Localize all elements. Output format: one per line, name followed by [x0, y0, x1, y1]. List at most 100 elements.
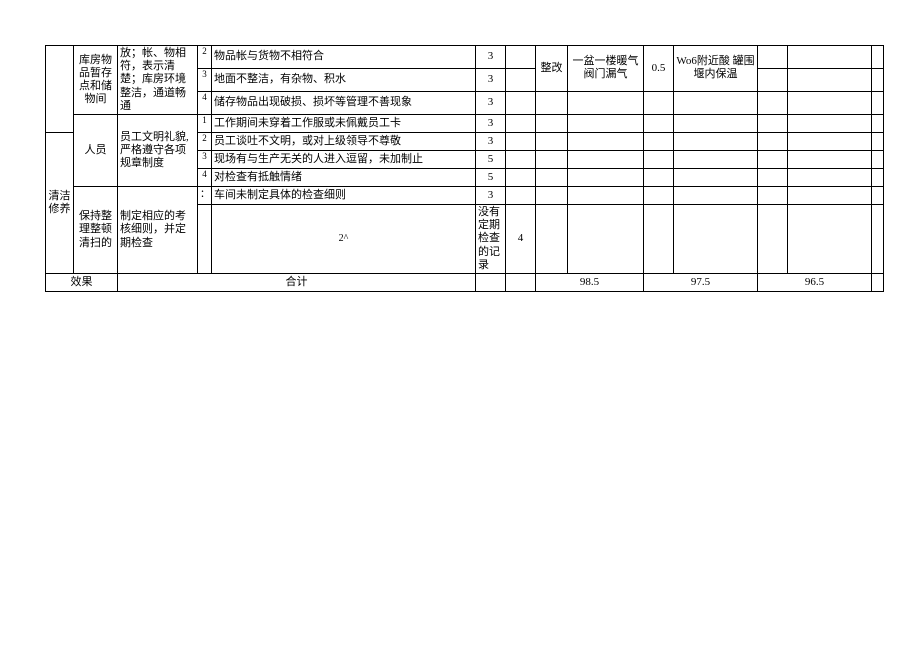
empty: [568, 168, 644, 186]
empty: [872, 91, 884, 114]
empty: [758, 91, 788, 114]
sub-cell: 保持整理整顿清扫的: [74, 186, 118, 273]
empty: [872, 204, 884, 273]
empty: [872, 168, 884, 186]
empty: [758, 150, 788, 168]
empty: [674, 132, 758, 150]
desc-cell: 没有定期检查的记录: [476, 204, 506, 273]
empty: [506, 91, 536, 114]
table-row: 库房物品暂存 点和储物间 放；帐、物相符，表示清楚；库房环境整洁，通道畅通 2 …: [46, 46, 884, 69]
empty: [506, 68, 536, 91]
empty: [674, 204, 758, 273]
empty: [674, 186, 758, 204]
table-row: 人员 员工文明礼貌,严格遵守各项规章制度 1 工作期间未穿着工作服或未佩戴员工卡…: [46, 114, 884, 132]
empty: [872, 46, 884, 69]
score-cell: 3: [476, 46, 506, 69]
footer-score-3: 96.5: [758, 273, 872, 291]
empty: [506, 168, 536, 186]
idx-cell: 2^: [212, 204, 476, 273]
desc-cell: 地面不整洁，有杂物、积水: [212, 68, 476, 91]
remark-cell-2: Wo6附近酸 罐围堰内保温: [674, 46, 758, 92]
empty: [788, 46, 872, 69]
desc-cell: 对检查有抵触情绪: [212, 168, 476, 186]
empty: [568, 204, 644, 273]
idx-cell: ：: [198, 186, 212, 204]
empty: [536, 91, 568, 114]
idx-cell: 4: [198, 91, 212, 114]
empty: [758, 46, 788, 69]
empty: [758, 168, 788, 186]
empty: [536, 150, 568, 168]
empty: [506, 114, 536, 132]
idx-cell: 4: [198, 168, 212, 186]
empty: [476, 273, 506, 291]
section-cell: 清洁修养: [46, 132, 74, 273]
empty: [674, 168, 758, 186]
std-cell: 制定相应的考核细则，并定期检查: [118, 186, 198, 273]
empty: [872, 186, 884, 204]
inspection-table: 库房物品暂存 点和储物间 放；帐、物相符，表示清楚；库房环境整洁，通道畅通 2 …: [45, 45, 884, 292]
idx-cell: 2: [198, 46, 212, 69]
empty: [198, 204, 212, 273]
empty: [506, 150, 536, 168]
empty: [644, 132, 674, 150]
empty: [758, 186, 788, 204]
empty: [506, 132, 536, 150]
empty: [872, 150, 884, 168]
desc-cell: 员工谈吐不文明，或对上级领导不尊敬: [212, 132, 476, 150]
empty: [506, 273, 536, 291]
empty: [536, 132, 568, 150]
empty: [872, 132, 884, 150]
idx-cell: 2: [198, 132, 212, 150]
empty: [536, 114, 568, 132]
sub-cell: 人员: [74, 114, 118, 186]
sub-cell: 库房物品暂存 点和储物间: [74, 46, 118, 115]
empty: [674, 150, 758, 168]
empty: [788, 114, 872, 132]
desc-cell: 物品帐与货物不相符合: [212, 46, 476, 69]
desc-cell: 车间未制定具体的检查细则: [212, 186, 476, 204]
empty: [644, 150, 674, 168]
score-cell: 4: [506, 204, 536, 273]
empty: [568, 132, 644, 150]
footer-label: 效果: [46, 273, 118, 291]
table-row: 保持整理整顿清扫的 制定相应的考核细则，并定期检查 ： 车间未制定具体的检查细则…: [46, 186, 884, 204]
empty: [758, 132, 788, 150]
section-cell: [46, 46, 74, 133]
idx-cell: 1: [198, 114, 212, 132]
score-cell: 3: [476, 114, 506, 132]
empty: [788, 91, 872, 114]
footer-score-1: 98.5: [536, 273, 644, 291]
empty: [758, 114, 788, 132]
score-cell: 5: [476, 168, 506, 186]
empty: [644, 168, 674, 186]
empty: [788, 168, 872, 186]
empty: [644, 91, 674, 114]
footer-score-2: 97.5: [644, 273, 758, 291]
empty: [788, 68, 872, 91]
empty: [568, 91, 644, 114]
empty: [644, 114, 674, 132]
idx-cell: 3: [198, 68, 212, 91]
empty: [758, 68, 788, 91]
desc-cell: 储存物品出现破损、损坏等管理不善现象: [212, 91, 476, 114]
std-cell: 放；帐、物相符，表示清楚；库房环境整洁，通道畅通: [118, 46, 198, 115]
empty: [788, 150, 872, 168]
table-row-footer: 效果 合计 98.5 97.5 96.5: [46, 273, 884, 291]
score-cell: 3: [476, 68, 506, 91]
empty: [674, 91, 758, 114]
empty: [568, 150, 644, 168]
empty: [788, 132, 872, 150]
empty: [674, 114, 758, 132]
empty: [788, 204, 872, 273]
empty: [758, 204, 788, 273]
footer-total-label: 合计: [118, 273, 476, 291]
score-cell: 3: [476, 91, 506, 114]
empty: [644, 204, 674, 273]
empty: [536, 186, 568, 204]
idx-cell: 3: [198, 150, 212, 168]
empty: [872, 273, 884, 291]
remark-cell: 一盆一楼暖气阀门漏气: [568, 46, 644, 92]
score-cell: 3: [476, 132, 506, 150]
empty: [506, 46, 536, 69]
